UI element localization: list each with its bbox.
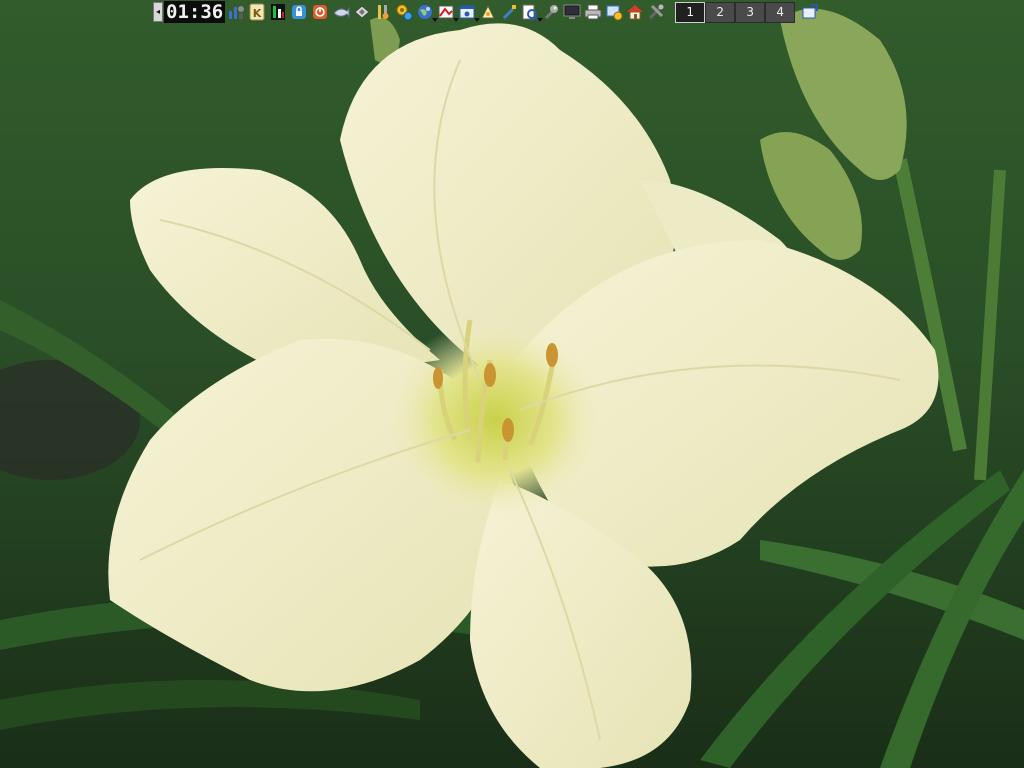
svg-text:K: K <box>253 7 262 20</box>
paint-icon[interactable] <box>499 2 519 22</box>
lock-screen-icon[interactable] <box>289 2 309 22</box>
logout-icon[interactable] <box>310 2 330 22</box>
workspace-pager: 1 2 3 4 <box>675 1 796 23</box>
system-settings-icon[interactable] <box>604 2 624 22</box>
workspace-3[interactable]: 3 <box>735 1 766 23</box>
network-monitor-icon[interactable] <box>226 2 246 22</box>
window-icon[interactable] <box>457 2 481 22</box>
graphics-icon[interactable] <box>436 2 460 22</box>
config-tools-icon[interactable] <box>646 2 666 22</box>
desktop-wallpaper <box>0 0 1024 768</box>
cpu-meter-icon[interactable] <box>268 2 288 22</box>
fish-icon[interactable] <box>331 2 351 22</box>
workspace-2[interactable]: 2 <box>705 1 736 23</box>
wrench-icon[interactable] <box>541 2 561 22</box>
home-icon[interactable] <box>625 2 645 22</box>
terminal-icon[interactable] <box>562 2 582 22</box>
document-search-icon[interactable] <box>520 2 544 22</box>
tools-icon[interactable] <box>373 2 393 22</box>
kde-k-icon[interactable]: K <box>247 2 267 22</box>
package-icon[interactable] <box>352 2 372 22</box>
top-panel: ◂ 01:36 K 1 2 3 4 <box>153 0 820 24</box>
workspace-1[interactable]: 1 <box>675 1 706 23</box>
applet-icon[interactable] <box>478 2 498 22</box>
printer-icon[interactable] <box>583 2 603 22</box>
desktop-switch-icon[interactable] <box>800 2 820 22</box>
panel-hide-button[interactable]: ◂ <box>153 2 163 22</box>
workspace-4[interactable]: 4 <box>765 1 796 23</box>
clock[interactable]: 01:36 <box>164 1 226 23</box>
settings-gears-icon[interactable] <box>394 2 414 22</box>
globe-icon[interactable] <box>415 2 439 22</box>
